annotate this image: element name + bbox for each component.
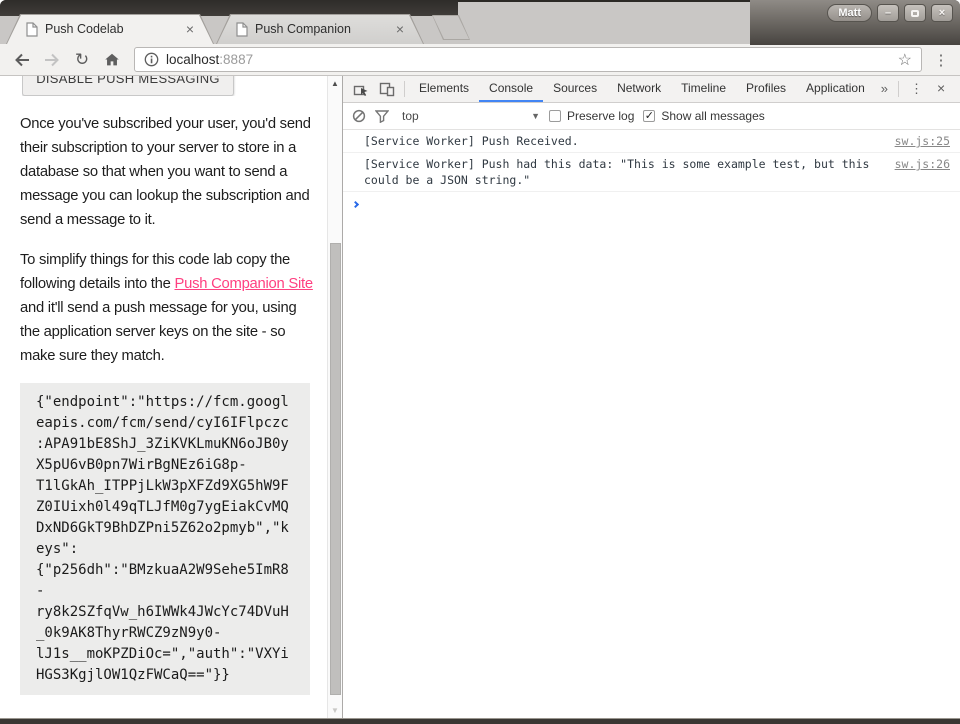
show-all-messages-checkbox[interactable]: ✓ xyxy=(643,110,655,122)
browser-menu-button[interactable]: ⋮ xyxy=(930,51,952,69)
maximize-button[interactable] xyxy=(904,4,926,22)
toolbar-separator xyxy=(404,81,405,97)
tab-push-companion[interactable]: Push Companion × xyxy=(216,14,424,44)
address-bar[interactable]: localhost :8887 ☆ xyxy=(134,47,922,72)
chevron-down-icon: ▼ xyxy=(531,111,540,121)
disable-push-messaging-button[interactable]: DISABLE PUSH MESSAGING xyxy=(22,76,234,96)
checkmark-icon: ✓ xyxy=(645,111,654,121)
preserve-log-label: Preserve log xyxy=(567,109,634,123)
tab-close-icon[interactable]: × xyxy=(186,22,194,36)
title-bar: Matt – × Push Codelab × xyxy=(0,0,960,44)
reload-button[interactable]: ↻ xyxy=(68,47,96,73)
device-icon xyxy=(379,81,395,97)
scrollbar-thumb[interactable] xyxy=(330,243,341,695)
forward-button[interactable] xyxy=(38,47,66,73)
page-icon xyxy=(26,22,38,37)
tab-close-icon[interactable]: × xyxy=(396,22,404,36)
page-pane: DISABLE PUSH MESSAGING Once you've subsc… xyxy=(0,76,342,718)
forward-icon xyxy=(43,51,61,69)
console-message-row: [Service Worker] Push had this data: "Th… xyxy=(343,153,960,192)
paragraph-text: and it'll send a push message for you, u… xyxy=(20,300,296,364)
device-toolbar-button[interactable] xyxy=(374,76,400,102)
close-icon: × xyxy=(939,7,945,19)
console-source-link[interactable]: sw.js:25 xyxy=(895,133,950,149)
navigation-toolbar: ↻ localhost :8887 ☆ ⋮ xyxy=(0,44,960,76)
show-all-messages-label: Show all messages xyxy=(661,109,764,123)
devtools-close-button[interactable]: × xyxy=(930,76,955,102)
info-icon[interactable] xyxy=(144,52,159,67)
filter-button[interactable] xyxy=(375,110,389,123)
bookmark-star-icon[interactable]: ☆ xyxy=(898,50,912,70)
tab-profiles[interactable]: Profiles xyxy=(736,76,796,102)
push-companion-site-link[interactable]: Push Companion Site xyxy=(174,276,312,292)
paragraph-subscription: Once you've subscribed your user, you'd … xyxy=(20,112,320,232)
back-icon xyxy=(13,51,31,69)
tab-push-codelab[interactable]: Push Codelab × xyxy=(6,14,214,44)
reload-icon: ↻ xyxy=(75,50,89,70)
subscription-json-code-block: {"endpoint":"https://fcm.googl eapis.com… xyxy=(20,383,310,695)
paragraph-companion: To simplify things for this code lab cop… xyxy=(20,248,320,368)
tab-title: Push Companion xyxy=(255,22,389,36)
console-source-link[interactable]: sw.js:26 xyxy=(895,156,950,172)
console-message-text: [Service Worker] Push had this data: "Th… xyxy=(364,156,883,188)
devtools-menu-button[interactable]: ⋮ xyxy=(903,76,930,102)
console-message-row: [Service Worker] Push Received. sw.js:25 xyxy=(343,130,960,153)
devtools-panel: Elements Console Sources Network Timelin… xyxy=(343,76,960,718)
console-prompt-chevron-icon xyxy=(352,201,359,208)
more-tabs-button[interactable]: » xyxy=(875,76,894,102)
tab-application[interactable]: Application xyxy=(796,76,875,102)
url-host: localhost xyxy=(166,52,219,67)
tab-strip: Push Codelab × Push Companion × xyxy=(6,14,470,44)
console-toolbar: top ▼ Preserve log ✓ Show all messages xyxy=(343,103,960,130)
new-tab-button[interactable] xyxy=(432,15,470,40)
context-label: top xyxy=(402,109,531,123)
minimize-button[interactable]: – xyxy=(877,4,899,22)
maximize-icon xyxy=(911,10,919,17)
clear-console-icon xyxy=(352,109,366,123)
toolbar-separator xyxy=(898,81,899,97)
home-button[interactable] xyxy=(98,47,126,73)
console-output[interactable]: [Service Worker] Push Received. sw.js:25… xyxy=(343,130,960,718)
clipped-button-region: DISABLE PUSH MESSAGING xyxy=(22,76,236,96)
console-message-text: [Service Worker] Push Received. xyxy=(364,133,883,149)
home-icon xyxy=(103,51,121,69)
window-frame-bottom xyxy=(0,718,960,724)
page-scrollbar[interactable]: ▲ ▼ xyxy=(327,76,342,718)
close-button[interactable]: × xyxy=(931,4,953,22)
tab-sources[interactable]: Sources xyxy=(543,76,607,102)
tab-timeline[interactable]: Timeline xyxy=(671,76,736,102)
browser-window: Matt – × Push Codelab × xyxy=(0,0,960,724)
inspect-icon xyxy=(353,81,369,97)
console-prompt[interactable] xyxy=(343,192,960,211)
tab-elements[interactable]: Elements xyxy=(409,76,479,102)
execution-context-selector[interactable]: top ▼ xyxy=(402,109,540,123)
clear-console-button[interactable] xyxy=(352,109,366,123)
page-icon xyxy=(236,22,248,37)
tab-title: Push Codelab xyxy=(45,22,179,36)
url-port: :8887 xyxy=(219,52,253,67)
back-button[interactable] xyxy=(8,47,36,73)
profile-badge[interactable]: Matt xyxy=(827,4,872,22)
preserve-log-checkbox[interactable] xyxy=(549,110,561,122)
inspect-element-button[interactable] xyxy=(348,76,374,102)
tab-network[interactable]: Network xyxy=(607,76,671,102)
devtools-toolbar: Elements Console Sources Network Timelin… xyxy=(343,76,960,103)
tab-console[interactable]: Console xyxy=(479,76,543,102)
minimize-icon: – xyxy=(885,7,891,19)
scroll-down-arrow-icon[interactable]: ▼ xyxy=(328,706,342,715)
scroll-up-arrow-icon[interactable]: ▲ xyxy=(328,79,342,88)
filter-funnel-icon xyxy=(375,110,389,123)
